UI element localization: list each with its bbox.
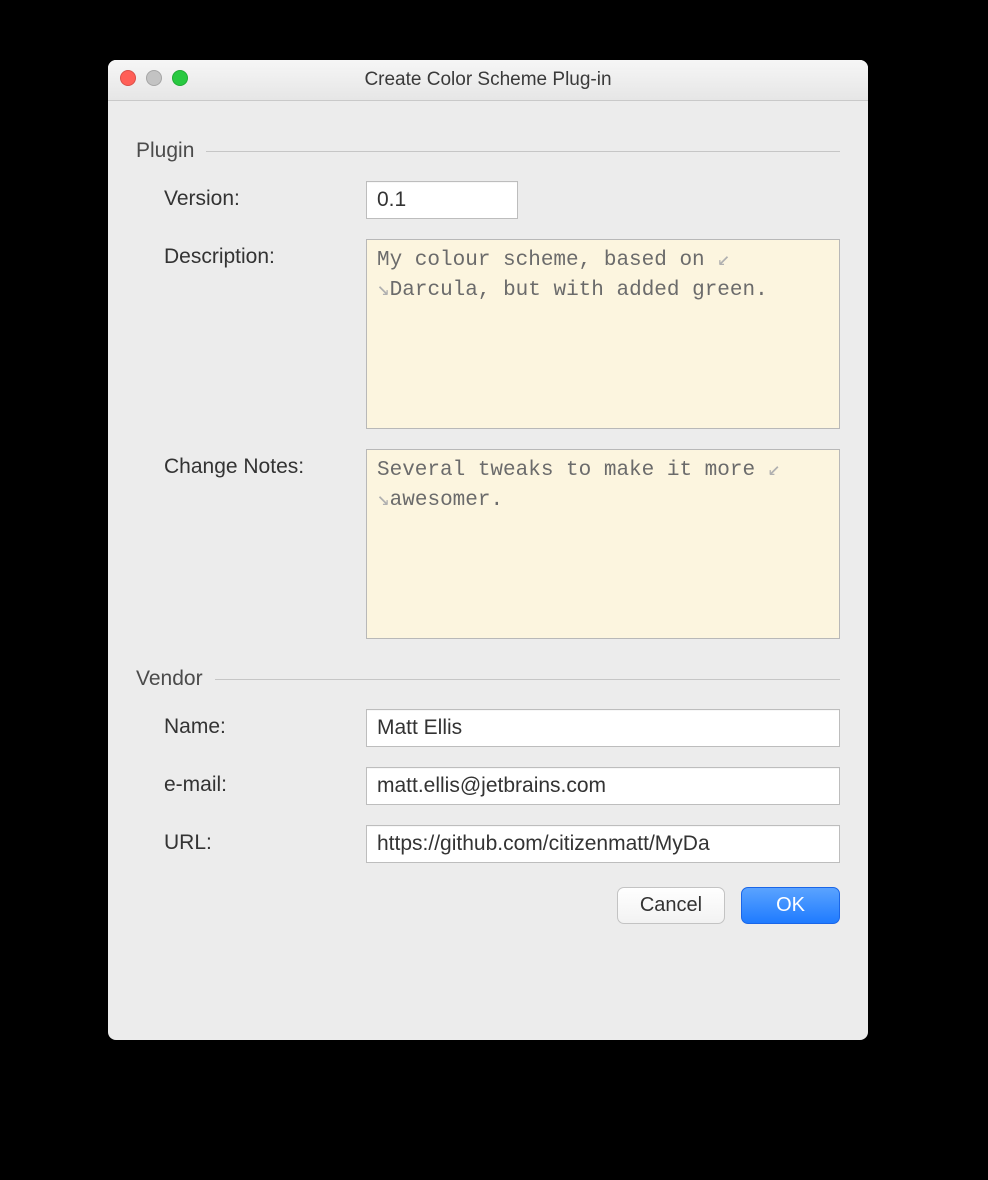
change-notes-text-line2: awesomer. xyxy=(390,489,503,512)
ok-button[interactable]: OK xyxy=(741,887,840,924)
name-label: Name: xyxy=(136,709,366,739)
section-divider xyxy=(215,679,840,680)
window-title: Create Color Scheme Plug-in xyxy=(364,69,611,91)
line-wrap-icon: ↘ xyxy=(377,279,390,302)
description-label: Description: xyxy=(136,239,366,269)
change-notes-text-line1: Several tweaks to make it more xyxy=(377,459,768,482)
section-plugin-label: Plugin xyxy=(136,139,206,163)
dialog-window: Create Color Scheme Plug-in Plugin Versi… xyxy=(108,60,868,1040)
version-label: Version: xyxy=(136,181,366,211)
close-icon[interactable] xyxy=(120,70,136,86)
change-notes-label: Change Notes: xyxy=(136,449,366,479)
section-vendor-label: Vendor xyxy=(136,667,215,691)
description-text-line2: Darcula, but with added green. xyxy=(390,279,768,302)
version-input[interactable] xyxy=(366,181,518,219)
row-url: URL: xyxy=(136,825,840,863)
name-input[interactable] xyxy=(366,709,840,747)
line-wrap-icon: ↘ xyxy=(377,489,390,512)
email-input[interactable] xyxy=(366,767,840,805)
section-plugin: Plugin xyxy=(136,139,840,163)
row-email: e-mail: xyxy=(136,767,840,805)
row-description: Description: My colour scheme, based on … xyxy=(136,239,840,429)
minimize-icon[interactable] xyxy=(146,70,162,86)
section-divider xyxy=(206,151,840,152)
zoom-icon[interactable] xyxy=(172,70,188,86)
button-row: Cancel OK xyxy=(136,883,840,924)
url-input[interactable] xyxy=(366,825,840,863)
change-notes-textarea[interactable]: Several tweaks to make it more ↙ ↘awesom… xyxy=(366,449,840,639)
dialog-content: Plugin Version: Description: My colour s… xyxy=(108,101,868,924)
section-vendor: Vendor xyxy=(136,667,840,691)
row-version: Version: xyxy=(136,181,840,219)
cancel-button[interactable]: Cancel xyxy=(617,887,725,924)
row-change-notes: Change Notes: Several tweaks to make it … xyxy=(136,449,840,639)
row-name: Name: xyxy=(136,709,840,747)
description-text-line1: My colour scheme, based on xyxy=(377,249,717,272)
line-wrap-icon: ↙ xyxy=(717,249,730,272)
url-label: URL: xyxy=(136,825,366,855)
email-label: e-mail: xyxy=(136,767,366,797)
titlebar: Create Color Scheme Plug-in xyxy=(108,60,868,101)
description-textarea[interactable]: My colour scheme, based on ↙ ↘Darcula, b… xyxy=(366,239,840,429)
window-controls xyxy=(120,70,188,86)
line-wrap-icon: ↙ xyxy=(768,459,781,482)
